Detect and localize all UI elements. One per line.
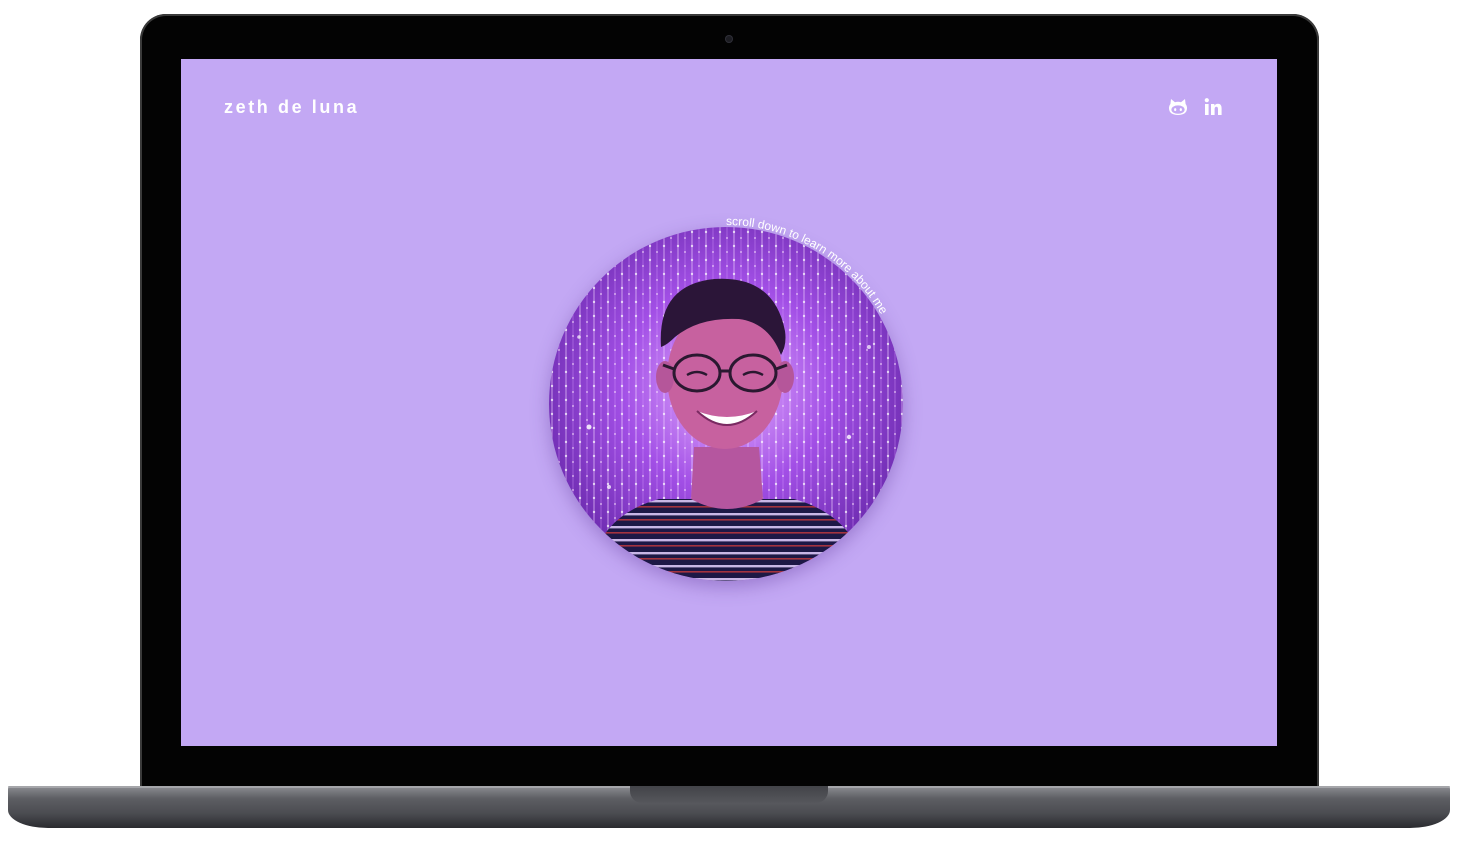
hero-section: scroll down to learn more about me bbox=[549, 205, 909, 585]
linkedin-icon bbox=[1203, 97, 1223, 117]
webcam bbox=[725, 35, 733, 43]
laptop-opening-notch bbox=[630, 786, 828, 803]
laptop-screen: zeth de luna scroll down to learn more a… bbox=[181, 59, 1277, 746]
github-link[interactable] bbox=[1167, 96, 1189, 118]
github-icon bbox=[1168, 98, 1188, 116]
linkedin-link[interactable] bbox=[1202, 96, 1224, 118]
laptop-mockup: zeth de luna scroll down to learn more a… bbox=[0, 0, 1462, 842]
portrait-photo bbox=[549, 227, 903, 581]
site-brand-link[interactable]: zeth de luna bbox=[224, 97, 359, 118]
